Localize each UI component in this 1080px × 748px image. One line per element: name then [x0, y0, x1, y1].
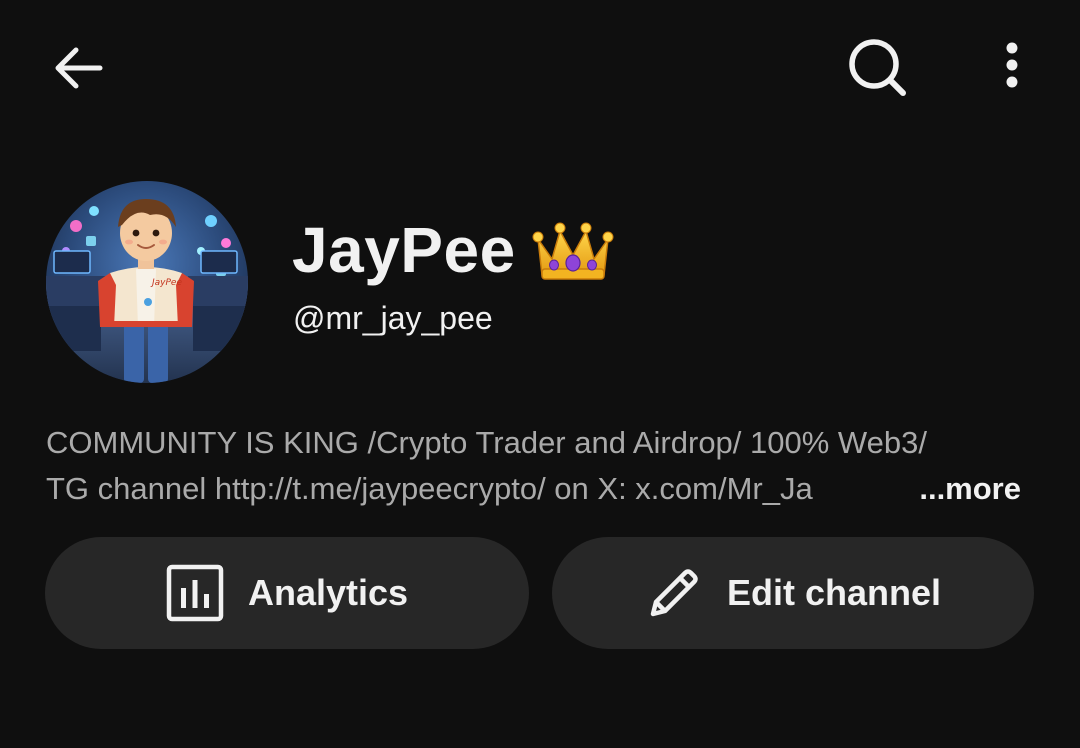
analytics-button[interactable]: Analytics — [45, 537, 529, 649]
search-icon — [849, 39, 906, 96]
edit-channel-button[interactable]: Edit channel — [552, 537, 1034, 649]
description-line-2-container: TG channel http://t.me/jaypeecrypto/ on … — [46, 466, 1021, 512]
channel-page: JayPee JayPee @mr_jay_pee COMMUNITY IS K… — [0, 0, 1080, 748]
arrow-left-icon — [55, 47, 103, 89]
more-options-button[interactable] — [980, 30, 1044, 106]
channel-description[interactable]: COMMUNITY IS KING /Crypto Trader and Air… — [46, 420, 1036, 512]
channel-name: JayPee — [292, 214, 516, 286]
avatar[interactable]: JayPee — [46, 181, 248, 383]
crown-emoji-icon — [532, 222, 614, 280]
channel-handle: @mr_jay_pee — [293, 300, 493, 336]
pencil-icon — [645, 564, 703, 622]
channel-name-row: JayPee — [292, 208, 614, 292]
svg-text:JayPee: JayPee — [150, 278, 182, 288]
more-vertical-icon — [1006, 42, 1018, 88]
more-link[interactable]: ...more — [919, 466, 1021, 512]
edit-channel-label: Edit channel — [726, 572, 942, 613]
search-button[interactable] — [838, 30, 918, 106]
description-line-1: COMMUNITY IS KING /Crypto Trader and Air… — [46, 425, 927, 460]
back-button[interactable] — [36, 30, 120, 106]
analytics-label: Analytics — [247, 572, 409, 613]
description-line-2: TG channel http://t.me/jaypeecrypto/ on … — [46, 471, 813, 506]
analytics-icon — [166, 564, 224, 622]
avatar-image: JayPee — [46, 181, 248, 383]
